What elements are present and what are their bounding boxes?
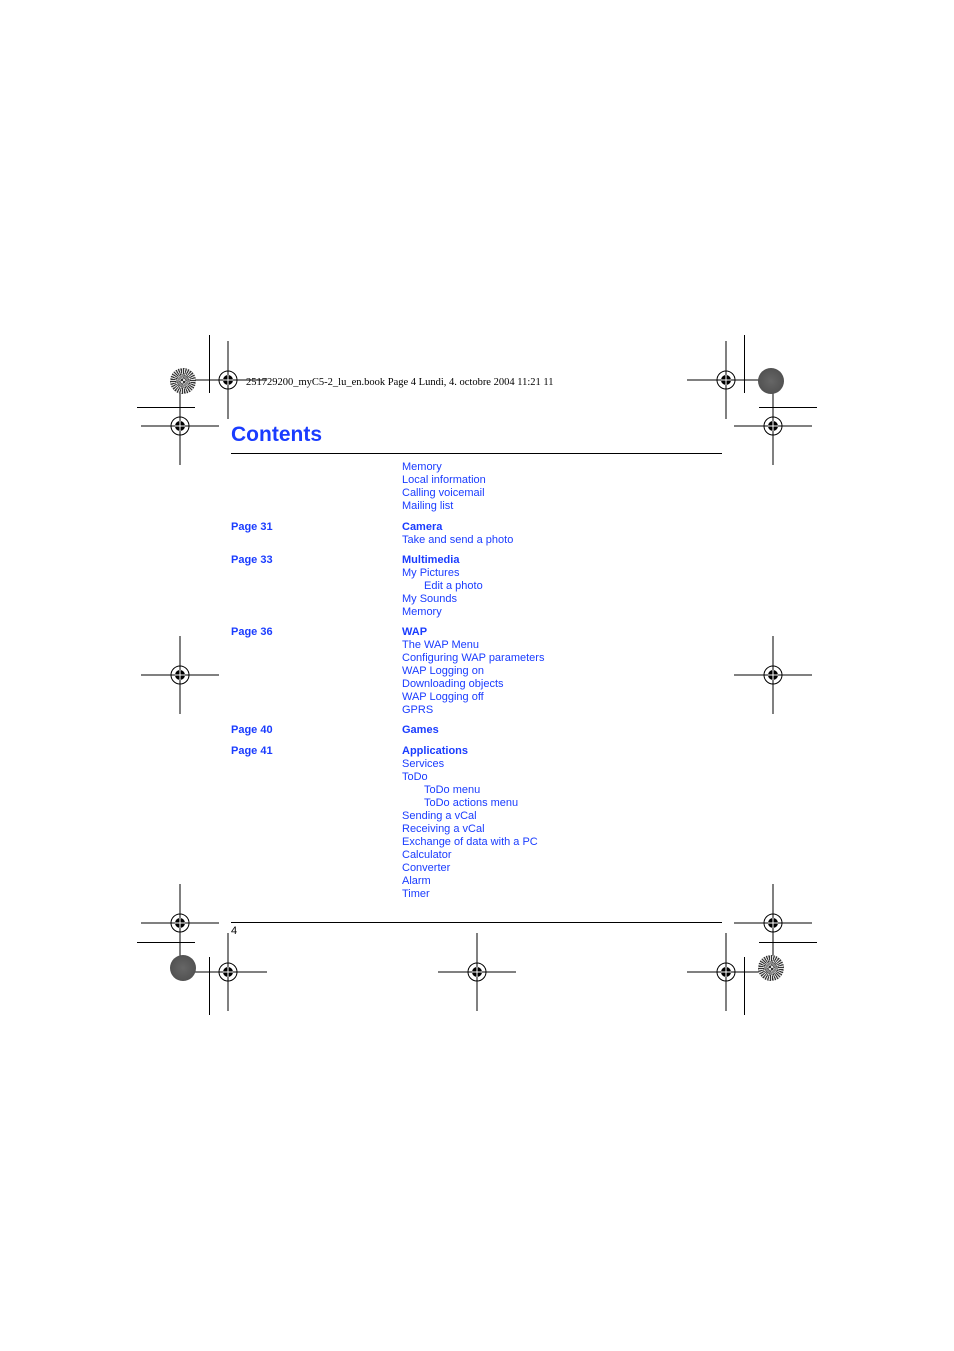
toc-section-heading[interactable]: WAP xyxy=(402,626,427,639)
toc-item[interactable]: My Sounds xyxy=(402,593,457,606)
toc-page-ref[interactable]: Page 31 xyxy=(231,521,273,534)
toc-item[interactable]: Services xyxy=(402,758,444,771)
toc-item[interactable]: Downloading objects xyxy=(402,678,504,691)
toc-item[interactable]: Configuring WAP parameters xyxy=(402,652,544,665)
toc-section-heading[interactable]: Multimedia xyxy=(402,554,459,567)
toc-section-heading[interactable]: Applications xyxy=(402,745,468,758)
toc-item[interactable]: Calling voicemail xyxy=(402,487,485,500)
toc-item[interactable]: Alarm xyxy=(402,875,431,888)
toc-item[interactable]: Converter xyxy=(402,862,450,875)
toc-item[interactable]: WAP Logging on xyxy=(402,665,484,678)
print-stamp: 251729200_myC5-2_lu_en.book Page 4 Lundi… xyxy=(246,377,554,388)
toc-page-ref[interactable]: Page 33 xyxy=(231,554,273,567)
registration-mark-icon xyxy=(141,387,219,465)
title-rule xyxy=(231,453,722,454)
toc-subitem[interactable]: ToDo actions menu xyxy=(424,797,518,810)
toc-item[interactable]: Memory xyxy=(402,461,442,474)
registration-mark-icon xyxy=(141,636,219,714)
calibration-disc-icon xyxy=(758,368,784,394)
toc-item[interactable]: WAP Logging off xyxy=(402,691,484,704)
toc-item[interactable]: Timer xyxy=(402,888,430,901)
toc-item[interactable]: Exchange of data with a PC xyxy=(402,836,538,849)
registration-mark-icon xyxy=(734,636,812,714)
footer-rule xyxy=(231,922,722,923)
toc-item[interactable]: Memory xyxy=(402,606,442,619)
toc-item[interactable]: The WAP Menu xyxy=(402,639,479,652)
registration-mark-icon xyxy=(687,933,765,1011)
toc-subitem[interactable]: ToDo menu xyxy=(424,784,480,797)
toc-section-heading[interactable]: Camera xyxy=(402,521,442,534)
toc-item[interactable]: Take and send a photo xyxy=(402,534,513,547)
toc-subitem[interactable]: Edit a photo xyxy=(424,580,483,593)
toc-item[interactable]: ToDo xyxy=(402,771,428,784)
toc-section-heading[interactable]: Games xyxy=(402,724,439,737)
toc-item[interactable]: My Pictures xyxy=(402,567,459,580)
registration-mark-icon xyxy=(189,933,267,1011)
toc-item[interactable]: Calculator xyxy=(402,849,452,862)
registration-mark-icon xyxy=(734,387,812,465)
toc-page-ref[interactable]: Page 36 xyxy=(231,626,273,639)
toc-item[interactable]: Sending a vCal xyxy=(402,810,477,823)
calibration-disc-icon xyxy=(170,368,196,394)
footer-page-number: 4 xyxy=(231,925,238,937)
registration-mark-icon xyxy=(438,933,516,1011)
toc-page-ref[interactable]: Page 41 xyxy=(231,745,273,758)
toc-item[interactable]: Receiving a vCal xyxy=(402,823,485,836)
page-title: Contents xyxy=(231,423,322,446)
calibration-disc-icon xyxy=(170,955,196,981)
toc-item[interactable]: Local information xyxy=(402,474,486,487)
toc-page-ref[interactable]: Page 40 xyxy=(231,724,273,737)
toc-item[interactable]: GPRS xyxy=(402,704,433,717)
toc-item[interactable]: Mailing list xyxy=(402,500,453,513)
calibration-disc-icon xyxy=(758,955,784,981)
